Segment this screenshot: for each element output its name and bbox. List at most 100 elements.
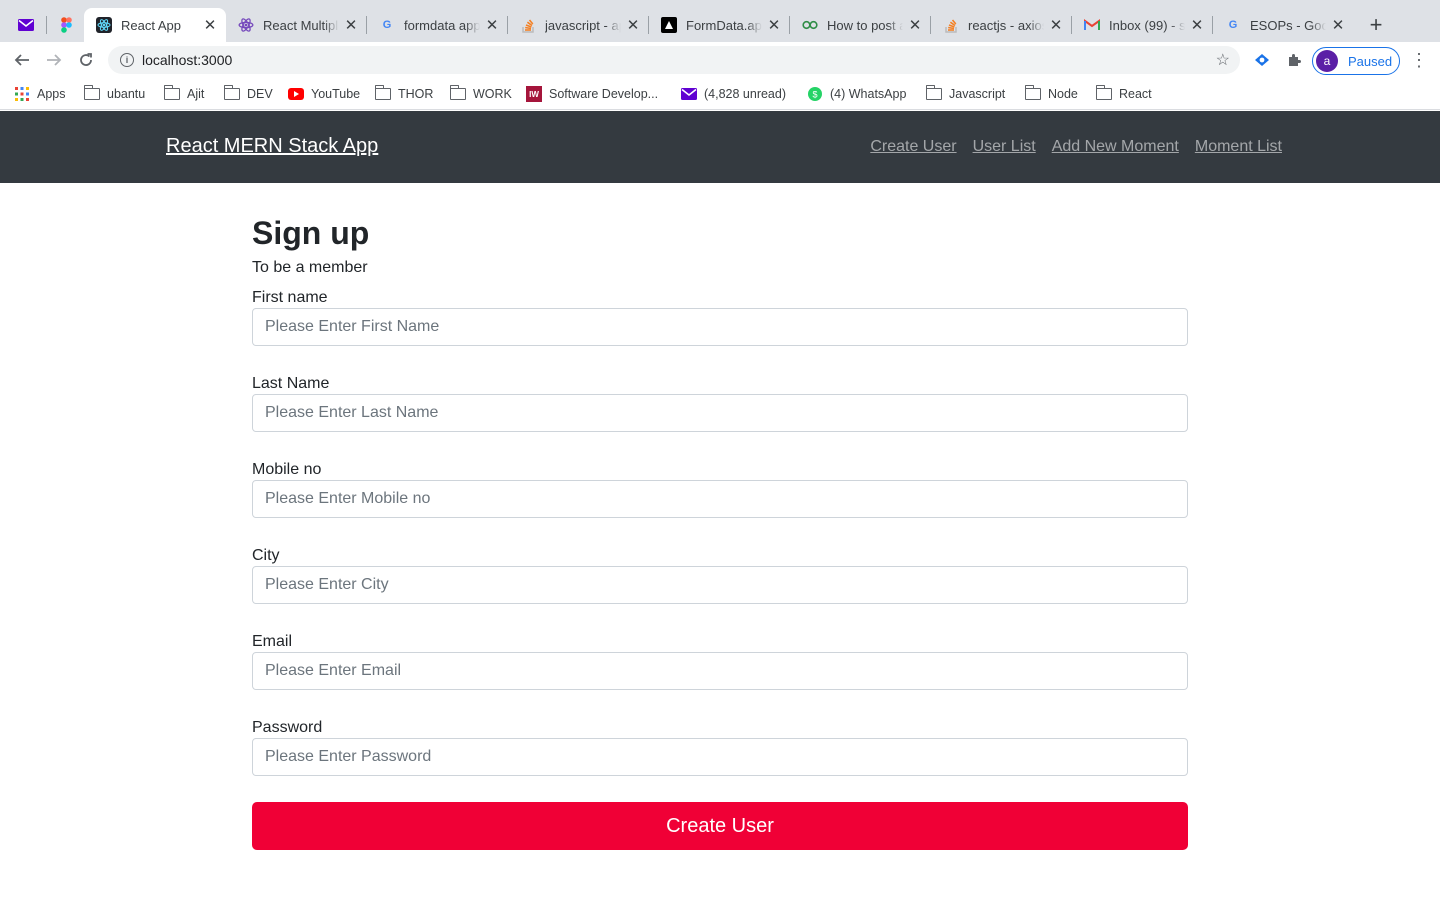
close-tab-icon[interactable]: ✕ (1189, 17, 1205, 34)
apps-grid-icon (14, 87, 30, 101)
mdn-icon (661, 17, 677, 33)
bookmark-star-icon[interactable]: ☆ (1216, 50, 1230, 70)
tab-title: How to post a (827, 17, 903, 33)
bookmark-label: (4,828 unread) (704, 87, 787, 101)
password-field[interactable] (252, 738, 1188, 776)
browser-tab[interactable]: How to post a ✕ (790, 8, 931, 42)
tab-title: ESOPs - Goog (1250, 17, 1326, 33)
mobile-field[interactable] (252, 480, 1188, 518)
email-label: Email (252, 633, 293, 650)
bookmark-label: THOR (398, 87, 434, 101)
bookmark-whatsapp[interactable]: $ (4) WhatsApp (807, 85, 906, 103)
browser-tab[interactable]: FormData.app ✕ (649, 8, 790, 42)
browser-tab[interactable]: reactjs - axios ✕ (931, 8, 1072, 42)
nav-link-moment-list[interactable]: Moment List (1195, 138, 1282, 156)
nav-links: Create User User List Add New Moment Mom… (870, 138, 1282, 156)
browser-tab[interactable]: G formdata app ✕ (367, 8, 508, 42)
back-arrow-icon[interactable] (10, 48, 34, 72)
browser-tab[interactable]: javascript - ap ✕ (508, 8, 649, 42)
new-tab-icon[interactable]: + (1364, 12, 1388, 37)
url-text: localhost:3000 (142, 52, 233, 68)
extension-icon[interactable] (1252, 50, 1272, 70)
mail-icon (18, 17, 34, 33)
nav-link-user-list[interactable]: User List (973, 138, 1036, 156)
bookmark-software-dev[interactable]: IW Software Develop... (526, 85, 658, 103)
first-name-field[interactable] (252, 308, 1188, 346)
browser-tab-figma[interactable] (46, 8, 84, 42)
close-tab-icon[interactable]: ✕ (343, 17, 359, 34)
browser-tab[interactable]: React Multiple ✕ (226, 8, 367, 42)
bookmark-label: YouTube (311, 87, 361, 101)
close-tab-icon[interactable]: ✕ (766, 17, 782, 34)
folder-icon (163, 85, 180, 101)
close-tab-icon[interactable]: ✕ (202, 17, 218, 34)
bookmark-label: WORK (473, 87, 512, 101)
google-icon: G (382, 19, 392, 31)
bookmark-folder[interactable]: Ajit (163, 85, 205, 103)
last-name-field[interactable] (252, 394, 1188, 432)
forward-arrow-icon[interactable] (42, 48, 66, 72)
nav-link-create-user[interactable]: Create User (870, 138, 956, 156)
app-navbar: React MERN Stack App Create User User Li… (0, 111, 1440, 183)
site-info-icon[interactable]: i (120, 53, 134, 67)
bookmark-folder[interactable]: React (1095, 85, 1152, 103)
stackoverflow-icon (520, 17, 536, 33)
bookmark-folder[interactable]: DEV (223, 85, 273, 103)
bookmark-youtube[interactable]: YouTube (288, 85, 360, 103)
puzzle-extensions-icon[interactable] (1284, 50, 1304, 70)
react-icon (238, 17, 254, 33)
browser-tab-react-app[interactable]: React App ✕ (84, 8, 226, 42)
bookmark-folder[interactable]: Javascript (925, 85, 1006, 103)
city-field[interactable] (252, 566, 1188, 604)
nav-link-add-new-moment[interactable]: Add New Moment (1052, 138, 1179, 156)
tab-title: FormData.app (686, 17, 762, 33)
iw-icon: IW (526, 86, 542, 102)
bookmark-apps[interactable]: Apps (14, 85, 66, 103)
bookmark-mail[interactable]: (4,828 unread) (681, 85, 786, 103)
gmail-icon (1084, 17, 1100, 33)
close-tab-icon[interactable]: ✕ (484, 17, 500, 34)
bookmark-folder[interactable]: WORK (449, 85, 512, 103)
bookmark-label: Javascript (949, 87, 1006, 101)
close-tab-icon[interactable]: ✕ (1048, 17, 1064, 34)
browser-tab-strip: React App ✕ React Multiple ✕ G formdata … (0, 0, 1440, 42)
email-field[interactable] (252, 652, 1188, 690)
bookmark-folder[interactable]: ubantu (83, 85, 145, 103)
folder-icon (374, 85, 391, 101)
bookmark-label: (4) WhatsApp (830, 87, 907, 101)
close-tab-icon[interactable]: ✕ (625, 17, 641, 34)
stackoverflow-icon (943, 17, 959, 33)
signup-form: Sign up To be a member First name Last N… (252, 213, 1188, 850)
folder-icon (83, 85, 100, 101)
profile-button[interactable]: a Paused (1312, 47, 1400, 75)
mail-icon (681, 87, 697, 101)
browser-tab-mail[interactable] (6, 8, 46, 42)
tab-title: formdata app (404, 17, 480, 33)
browser-menu-icon[interactable]: ⋮ (1409, 50, 1429, 70)
bookmark-label: Node (1048, 87, 1078, 101)
page-title: Sign up (252, 215, 370, 251)
bookmarks-bar: Apps ubantu Ajit DEV YouTube THOR WORK I… (0, 78, 1440, 110)
folder-icon (1095, 85, 1112, 101)
svg-text:$: $ (812, 90, 817, 100)
avatar: a (1316, 50, 1338, 72)
bookmark-label: Ajit (187, 87, 205, 101)
close-tab-icon[interactable]: ✕ (1330, 17, 1346, 34)
tab-title: reactjs - axios (968, 17, 1044, 33)
reload-icon[interactable] (74, 48, 98, 72)
browser-tab[interactable]: G ESOPs - Goog ✕ (1213, 8, 1354, 42)
react-icon (96, 17, 112, 33)
brand-link[interactable]: React MERN Stack App (166, 135, 378, 158)
bookmark-folder[interactable]: THOR (374, 85, 434, 103)
create-user-button[interactable]: Create User (252, 802, 1188, 850)
address-bar[interactable]: i localhost:3000 ☆ (108, 46, 1240, 74)
close-tab-icon[interactable]: ✕ (907, 17, 923, 34)
bookmark-label: Software Develop... (549, 87, 659, 101)
city-label: City (252, 547, 280, 564)
geeksforgeeks-icon (802, 17, 818, 33)
bookmark-label: React (1119, 87, 1152, 101)
browser-tab[interactable]: Inbox (99) - s ✕ (1072, 8, 1213, 42)
figma-icon (58, 17, 74, 33)
bookmark-folder[interactable]: Node (1024, 85, 1078, 103)
password-label: Password (252, 719, 323, 736)
